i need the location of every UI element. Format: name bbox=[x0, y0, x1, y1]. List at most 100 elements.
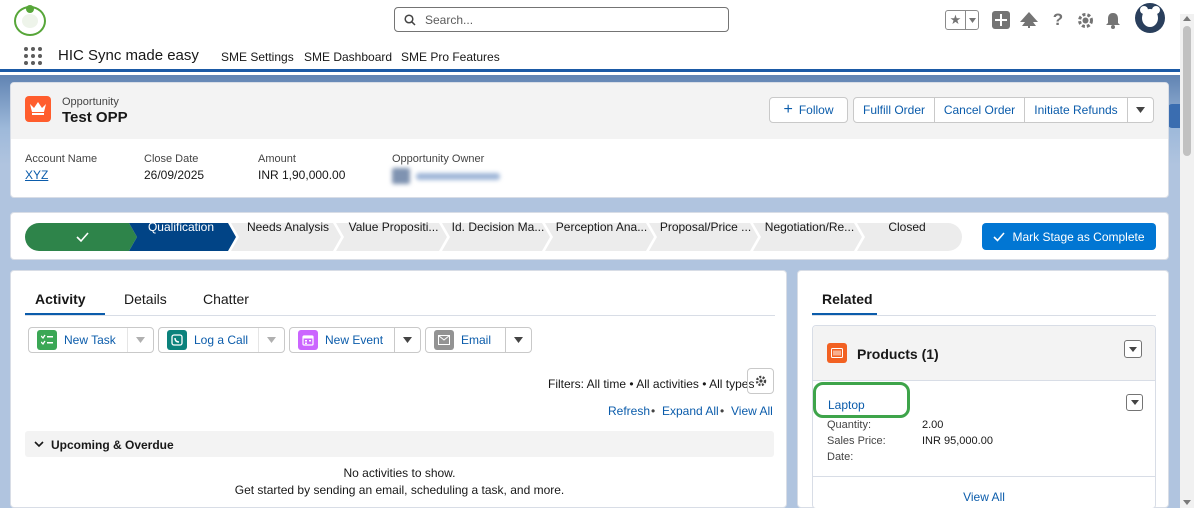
close-date-label: Close Date bbox=[144, 153, 199, 165]
record-highlights-panel: Opportunity Test OPP + Follow Fulfill Or… bbox=[10, 82, 1169, 198]
opportunity-owner-redacted[interactable] bbox=[392, 168, 502, 184]
favorites-button[interactable]: ★ bbox=[945, 10, 979, 30]
log-a-call-button[interactable]: Log a Call bbox=[159, 328, 258, 352]
chevron-down-icon[interactable] bbox=[966, 11, 978, 29]
follow-label: Follow bbox=[798, 103, 834, 117]
global-search[interactable] bbox=[394, 7, 729, 32]
tab-divider bbox=[812, 315, 1156, 316]
help-icon[interactable]: ? bbox=[1047, 9, 1069, 31]
path-stage-value-proposition[interactable]: Value Propositi... bbox=[340, 213, 447, 241]
view-all-activities-link[interactable]: View All bbox=[731, 404, 773, 418]
tab-related[interactable]: Related bbox=[822, 291, 873, 307]
email-button-group: Email bbox=[425, 327, 532, 353]
path-stage-closed[interactable]: Closed bbox=[861, 213, 953, 241]
more-actions-button[interactable] bbox=[1127, 97, 1154, 123]
new-event-dropdown[interactable] bbox=[394, 328, 420, 352]
record-title: Test OPP bbox=[62, 109, 128, 126]
global-header: ★ ? bbox=[0, 0, 1194, 40]
initiate-refunds-button[interactable]: Initiate Refunds bbox=[1024, 97, 1128, 123]
plus-icon: + bbox=[783, 101, 793, 118]
log-call-button-group: Log a Call bbox=[158, 327, 285, 353]
products-list-header: Products (1) bbox=[813, 326, 1155, 381]
nav-item-sme-dashboard[interactable]: SME Dashboard bbox=[304, 50, 392, 64]
new-task-button[interactable]: New Task bbox=[29, 328, 126, 352]
amount-value: INR 1,90,000.00 bbox=[258, 168, 346, 182]
search-input[interactable] bbox=[425, 11, 715, 29]
link-separator: • bbox=[720, 404, 725, 418]
follow-button[interactable]: + Follow bbox=[769, 97, 848, 123]
activity-filters-summary: Filters: All time • All activities • All… bbox=[548, 377, 755, 391]
path-stage-negotiation-review[interactable]: Negotiation/Re... bbox=[757, 213, 862, 241]
related-panel: Related Products (1) Laptop Quantity: 2.… bbox=[797, 270, 1169, 508]
scroll-down-arrow-icon[interactable] bbox=[1183, 500, 1191, 505]
chevron-down-icon bbox=[267, 337, 276, 343]
org-logo[interactable] bbox=[14, 5, 46, 36]
app-launcher-icon[interactable] bbox=[24, 47, 42, 65]
empty-state-title: No activities to show. bbox=[343, 466, 456, 480]
path-stage-needs-analysis[interactable]: Needs Analysis bbox=[235, 213, 341, 241]
tab-divider bbox=[25, 315, 775, 316]
account-name-link[interactable]: XYZ bbox=[25, 168, 48, 182]
activity-panel: Activity Details Chatter New Task Log a … bbox=[10, 270, 787, 508]
email-button[interactable]: Email bbox=[426, 328, 501, 352]
path-stage-proposal-price-quote[interactable]: Proposal/Price ... bbox=[653, 213, 758, 241]
global-actions-icon[interactable] bbox=[990, 9, 1012, 31]
new-event-button-group: New Event bbox=[289, 327, 421, 353]
path-stage-perception-analysis[interactable]: Perception Ana... bbox=[549, 213, 654, 241]
nav-item-sme-settings[interactable]: SME Settings bbox=[221, 50, 294, 64]
refresh-link[interactable]: Refresh bbox=[608, 404, 650, 418]
mark-stage-complete-button[interactable]: Mark Stage as Complete bbox=[982, 223, 1156, 250]
call-log-icon bbox=[167, 330, 187, 350]
chevron-down-icon bbox=[1130, 400, 1139, 405]
tab-chatter[interactable]: Chatter bbox=[203, 291, 249, 307]
new-task-dropdown[interactable] bbox=[127, 328, 153, 352]
utility-panel-toggle[interactable] bbox=[1168, 104, 1180, 128]
email-label: Email bbox=[461, 333, 492, 347]
path-stage-complete bbox=[25, 223, 137, 251]
upcoming-overdue-title: Upcoming & Overdue bbox=[51, 438, 174, 452]
close-date-value: 26/09/2025 bbox=[144, 168, 205, 182]
calendar-icon bbox=[298, 330, 318, 350]
products-list-title[interactable]: Products (1) bbox=[857, 346, 939, 362]
products-list-menu-button[interactable] bbox=[1124, 340, 1142, 358]
sales-price-value: INR 95,000.00 bbox=[922, 435, 993, 447]
email-dropdown[interactable] bbox=[505, 328, 531, 352]
expand-all-link[interactable]: Expand All bbox=[662, 404, 719, 418]
email-envelope-icon bbox=[434, 330, 454, 350]
sales-path: Qualification Needs Analysis Value Propo… bbox=[10, 212, 1169, 260]
fulfill-order-button[interactable]: Fulfill Order bbox=[853, 97, 935, 123]
active-tab-indicator bbox=[25, 313, 105, 315]
amount-label: Amount bbox=[258, 153, 296, 165]
chevron-down-icon bbox=[34, 441, 44, 448]
product-name-link[interactable]: Laptop bbox=[828, 398, 865, 412]
gear-icon bbox=[755, 375, 766, 387]
tab-activity[interactable]: Activity bbox=[35, 291, 86, 307]
quantity-label: Quantity: bbox=[827, 419, 872, 431]
log-call-dropdown[interactable] bbox=[258, 328, 284, 352]
sales-price-label: Sales Price: bbox=[827, 435, 886, 447]
quantity-value: 2.00 bbox=[922, 419, 944, 431]
chevron-down-icon bbox=[514, 337, 523, 343]
active-tab-indicator bbox=[812, 313, 877, 315]
tab-details[interactable]: Details bbox=[124, 291, 167, 307]
opportunity-owner-label: Opportunity Owner bbox=[392, 153, 485, 165]
upcoming-overdue-section[interactable]: Upcoming & Overdue bbox=[25, 431, 774, 457]
path-stage-id-decision-makers[interactable]: Id. Decision Ma... bbox=[446, 213, 550, 241]
activity-filter-button[interactable] bbox=[747, 368, 774, 394]
star-icon[interactable]: ★ bbox=[946, 11, 966, 29]
path-stage-qualification[interactable]: Qualification bbox=[130, 213, 232, 241]
search-icon bbox=[404, 14, 416, 26]
product-row-actions-button[interactable] bbox=[1126, 394, 1143, 411]
nav-item-sme-pro-features[interactable]: SME Pro Features bbox=[401, 50, 500, 64]
date-label: Date: bbox=[827, 451, 854, 463]
notifications-bell-icon[interactable] bbox=[1102, 9, 1124, 31]
new-event-button[interactable]: New Event bbox=[290, 328, 393, 352]
user-avatar[interactable] bbox=[1135, 3, 1165, 33]
scroll-up-arrow-icon[interactable] bbox=[1183, 16, 1191, 21]
view-all-products-link[interactable]: View All bbox=[813, 490, 1155, 504]
cancel-order-button[interactable]: Cancel Order bbox=[934, 97, 1025, 123]
trailhead-icon[interactable] bbox=[1018, 9, 1040, 31]
chevron-down-icon bbox=[136, 337, 145, 343]
gear-icon[interactable] bbox=[1074, 9, 1096, 31]
scrollbar-thumb[interactable] bbox=[1183, 26, 1191, 156]
